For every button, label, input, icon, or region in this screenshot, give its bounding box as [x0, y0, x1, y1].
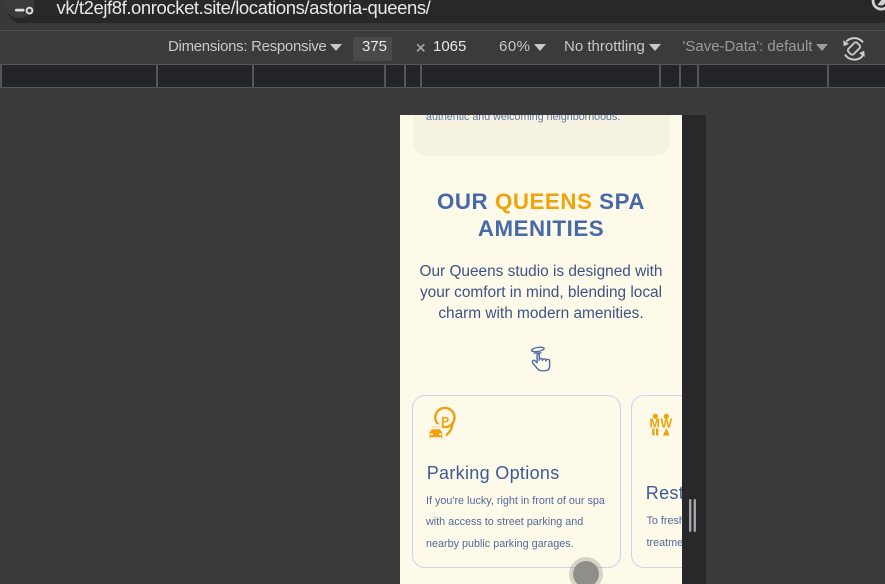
svg-text:M: M	[650, 416, 660, 430]
svg-text:P: P	[441, 414, 449, 428]
